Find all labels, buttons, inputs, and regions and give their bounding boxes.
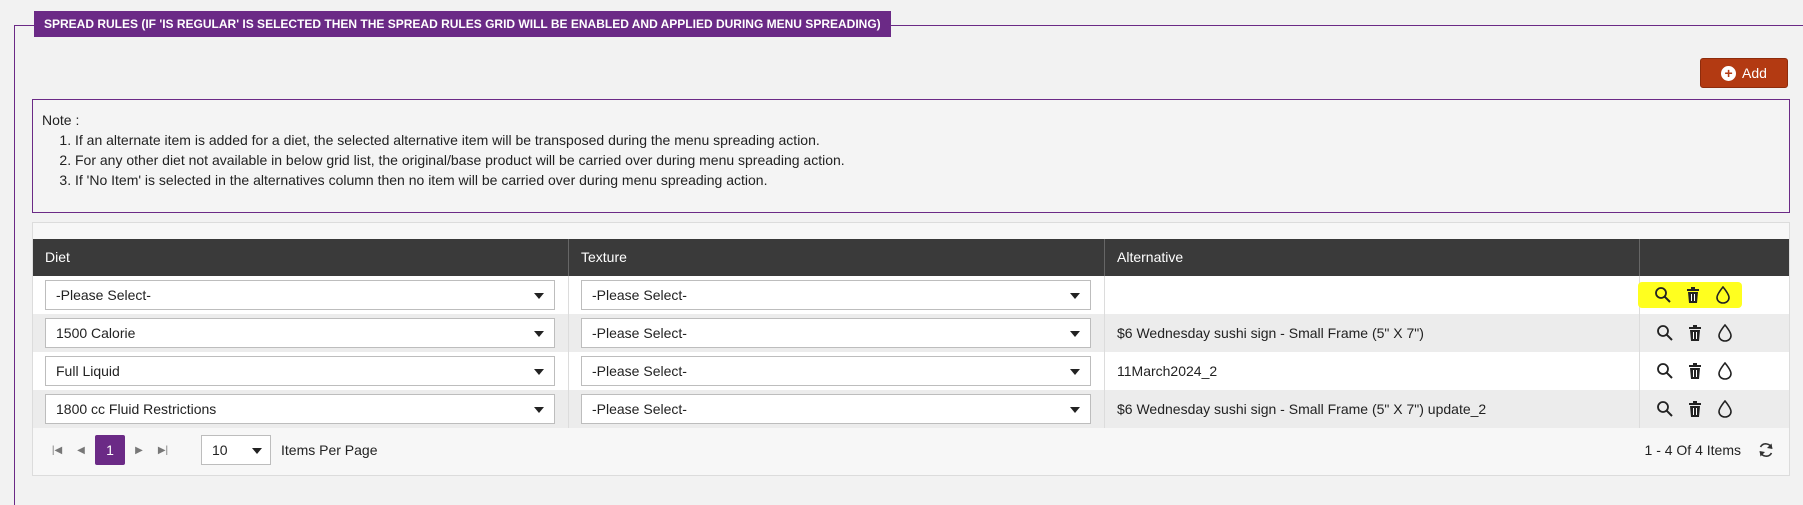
column-header-alternative[interactable]: Alternative xyxy=(1105,239,1640,276)
drop-icon[interactable] xyxy=(1716,400,1734,418)
texture-select[interactable]: -Please Select- xyxy=(581,394,1091,424)
caret-down-icon xyxy=(1070,331,1080,337)
add-button-label: Add xyxy=(1742,65,1767,81)
note-item: If 'No Item' is selected in the alternat… xyxy=(75,170,1780,190)
row-actions xyxy=(1640,400,1734,418)
column-header-diet[interactable]: Diet xyxy=(33,239,569,276)
caret-down-icon xyxy=(1070,407,1080,413)
texture-select[interactable]: -Please Select- xyxy=(581,318,1091,348)
diet-select[interactable]: -Please Select- xyxy=(45,280,555,310)
trash-icon[interactable] xyxy=(1686,324,1704,342)
drop-icon[interactable] xyxy=(1716,362,1734,380)
texture-select[interactable]: -Please Select- xyxy=(581,280,1091,310)
caret-down-icon xyxy=(1070,293,1080,299)
trash-icon[interactable] xyxy=(1686,362,1704,380)
caret-down-icon xyxy=(534,293,544,299)
column-header-texture[interactable]: Texture xyxy=(569,239,1105,276)
diet-select[interactable]: 1500 Calorie xyxy=(45,318,555,348)
pager-info: 1 - 4 Of 4 Items xyxy=(1644,442,1741,458)
diet-select[interactable]: 1800 cc Fluid Restrictions xyxy=(45,394,555,424)
table-row: 1500 Calorie -Please Select- $6 Wednesda… xyxy=(33,314,1789,352)
section-legend: SPREAD RULES (IF 'IS REGULAR' IS SELECTE… xyxy=(34,11,891,37)
pager: |◀ ◀ 1 ▶ ▶| 10 Items Per Page 1 - 4 Of 4… xyxy=(33,426,1789,474)
row-actions xyxy=(1640,362,1734,380)
alternative-cell xyxy=(1105,276,1640,314)
note-list: If an alternate item is added for a diet… xyxy=(42,130,1780,190)
drop-icon[interactable] xyxy=(1714,286,1732,304)
trash-icon[interactable] xyxy=(1686,400,1704,418)
next-page-icon[interactable]: ▶ xyxy=(127,436,151,464)
page-size-select[interactable]: 10 xyxy=(201,435,271,465)
caret-down-icon xyxy=(252,448,262,454)
caret-down-icon xyxy=(534,407,544,413)
search-icon[interactable] xyxy=(1656,400,1674,418)
spread-rules-grid: Diet Texture Alternative -Please Select-… xyxy=(32,222,1790,476)
search-icon[interactable] xyxy=(1654,286,1672,304)
last-page-icon[interactable]: ▶| xyxy=(151,436,175,464)
row-actions xyxy=(1640,324,1734,342)
texture-select[interactable]: -Please Select- xyxy=(581,356,1091,386)
search-icon[interactable] xyxy=(1656,362,1674,380)
note-item: If an alternate item is added for a diet… xyxy=(75,130,1780,150)
row-actions xyxy=(1638,282,1742,308)
alternative-cell: $6 Wednesday sushi sign - Small Frame (5… xyxy=(1105,314,1640,352)
note-box: Note : If an alternate item is added for… xyxy=(32,99,1790,213)
table-row: -Please Select- -Please Select- xyxy=(33,276,1789,314)
caret-down-icon xyxy=(1070,369,1080,375)
note-item: For any other diet not available in belo… xyxy=(75,150,1780,170)
column-header-actions xyxy=(1640,239,1789,276)
caret-down-icon xyxy=(534,369,544,375)
table-row: Full Liquid -Please Select- 11March2024_… xyxy=(33,352,1789,390)
alternative-cell: 11March2024_2 xyxy=(1105,352,1640,390)
diet-select[interactable]: Full Liquid xyxy=(45,356,555,386)
add-button[interactable]: + Add xyxy=(1700,58,1788,88)
previous-page-icon[interactable]: ◀ xyxy=(69,436,93,464)
grid-header: Diet Texture Alternative xyxy=(33,239,1789,276)
search-icon[interactable] xyxy=(1656,324,1674,342)
first-page-icon[interactable]: |◀ xyxy=(45,436,69,464)
plus-circle-icon: + xyxy=(1721,65,1737,81)
current-page-button[interactable]: 1 xyxy=(95,435,125,465)
drop-icon[interactable] xyxy=(1716,324,1734,342)
alternative-cell: $6 Wednesday sushi sign - Small Frame (5… xyxy=(1105,390,1640,428)
caret-down-icon xyxy=(534,331,544,337)
page-size-label: Items Per Page xyxy=(281,442,378,458)
refresh-icon[interactable] xyxy=(1757,441,1775,459)
note-title: Note : xyxy=(42,112,80,128)
trash-icon[interactable] xyxy=(1684,286,1702,304)
table-row: 1800 cc Fluid Restrictions -Please Selec… xyxy=(33,390,1789,428)
